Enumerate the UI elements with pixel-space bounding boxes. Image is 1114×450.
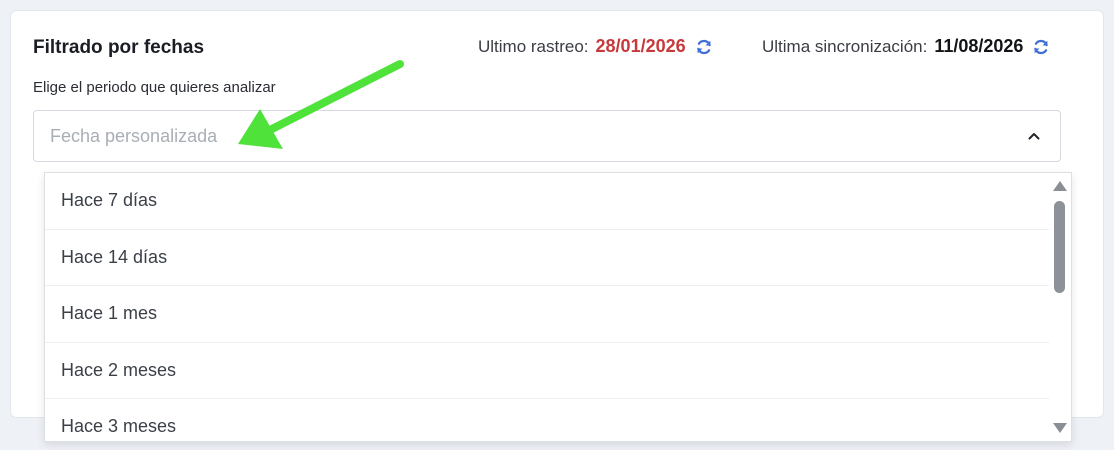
scroll-down-arrow-icon[interactable] — [1053, 423, 1067, 433]
option-last-7-days[interactable]: Hace 7 días — [45, 173, 1049, 230]
refresh-icon — [696, 39, 711, 54]
refresh-crawl-button[interactable] — [694, 37, 714, 57]
last-sync-status: Ultima sincronización: 11/08/2026 — [762, 36, 1051, 57]
scrollbar-thumb[interactable] — [1054, 201, 1065, 293]
chevron-up-icon[interactable] — [1026, 128, 1042, 144]
period-select[interactable]: Fecha personalizada — [33, 110, 1061, 162]
last-sync-date: 11/08/2026 — [934, 36, 1024, 56]
last-crawl-date: 28/01/2026 — [595, 36, 686, 56]
last-crawl-label: Ultimo rastreo: — [478, 36, 589, 56]
period-dropdown-menu: Hace 7 días Hace 14 días Hace 1 mes Hace… — [44, 172, 1072, 442]
section-title: Filtrado por fechas — [33, 37, 205, 58]
option-last-14-days[interactable]: Hace 14 días — [45, 230, 1049, 286]
option-last-1-month[interactable]: Hace 1 mes — [45, 286, 1049, 343]
option-last-3-months[interactable]: Hace 3 meses — [45, 399, 1049, 441]
last-sync-label: Ultima sincronización: — [762, 36, 928, 56]
scroll-up-arrow-icon[interactable] — [1053, 181, 1067, 191]
last-crawl-status: Ultimo rastreo: 28/01/2026 — [478, 36, 714, 57]
period-select-placeholder: Fecha personalizada — [50, 126, 218, 146]
option-last-2-months[interactable]: Hace 2 meses — [45, 343, 1049, 399]
dropdown-scrollbar[interactable] — [1049, 173, 1071, 441]
refresh-sync-button[interactable] — [1031, 37, 1051, 57]
period-subtitle: Elige el periodo que quieres analizar — [33, 79, 276, 96]
refresh-icon — [1034, 39, 1049, 54]
